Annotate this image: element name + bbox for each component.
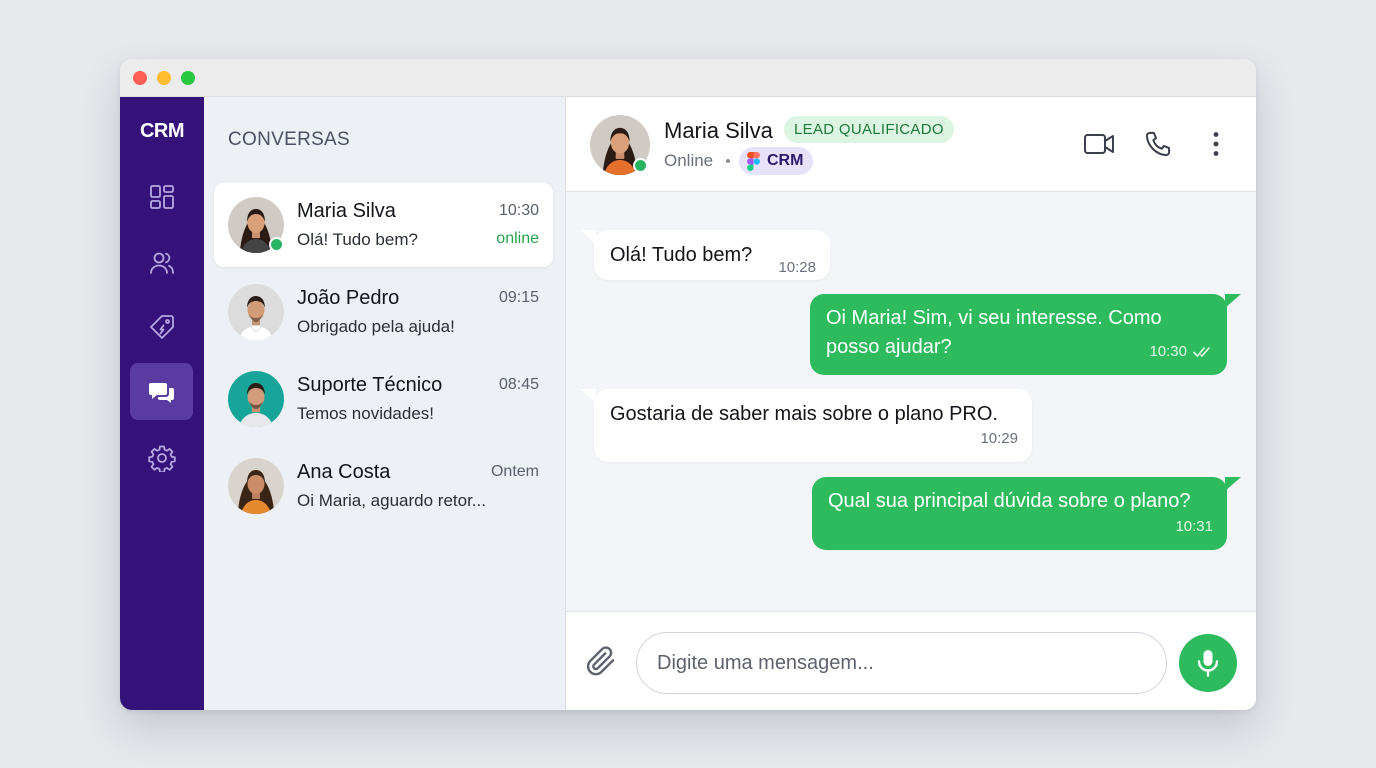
close-window-button[interactable] bbox=[133, 71, 147, 85]
paperclip-icon bbox=[586, 646, 615, 676]
conversation-time: 09:15 bbox=[498, 289, 539, 306]
message-text: Olá! Tudo bem? bbox=[610, 244, 753, 266]
avatar bbox=[228, 371, 284, 427]
gear-icon bbox=[147, 445, 176, 472]
voice-message-button[interactable] bbox=[1179, 634, 1237, 692]
message-time: 10:30 bbox=[1149, 343, 1187, 360]
conversation-time: 10:30 bbox=[498, 202, 539, 219]
conversation-preview: Olá! Tudo bem? bbox=[297, 230, 418, 249]
conversation-name: Suporte Técnico bbox=[297, 374, 443, 396]
message-incoming: Olá! Tudo bem? 10:28 bbox=[580, 230, 830, 280]
more-options-button[interactable] bbox=[1200, 128, 1232, 160]
message-outgoing: Oi Maria! Sim, vi seu interesse. Como po… bbox=[810, 294, 1241, 375]
message-meta: 10:30 bbox=[1149, 337, 1213, 366]
chat-header: Maria Silva LEAD QUALIFICADO Online CRM bbox=[566, 97, 1256, 192]
conversation-preview: Oi Maria, aguardo retor... bbox=[297, 491, 486, 510]
chat-bubbles-icon bbox=[148, 382, 174, 403]
layout-dashboard-icon bbox=[149, 184, 174, 209]
chat-panel: Maria Silva LEAD QUALIFICADO Online CRM bbox=[566, 97, 1256, 710]
users-icon bbox=[149, 252, 174, 274]
conversation-name: Ana Costa bbox=[297, 461, 391, 483]
sidebar-item-chat[interactable] bbox=[130, 363, 193, 420]
conversation-status: online bbox=[496, 230, 539, 247]
avatar bbox=[228, 284, 284, 340]
message-thread: Olá! Tudo bem? 10:28 Oi Maria! Sim, vi s… bbox=[566, 192, 1256, 612]
brand-logo: CRM bbox=[139, 120, 185, 142]
sidebar-item-deals[interactable] bbox=[130, 298, 193, 355]
figma-logo-icon bbox=[747, 151, 760, 171]
message-composer bbox=[566, 611, 1256, 710]
conversation-preview: Obrigado pela ajuda! bbox=[297, 317, 455, 336]
conversation-preview: Temos novidades! bbox=[297, 404, 435, 423]
conversation-time: Ontem bbox=[490, 463, 539, 480]
sidebar-item-contacts[interactable] bbox=[130, 234, 193, 291]
sidebar: CRM bbox=[120, 97, 204, 710]
conversation-item-suporte-tecnico[interactable]: Suporte Técnico Temos novidades! 08:45 bbox=[214, 357, 553, 441]
minimize-window-button[interactable] bbox=[157, 71, 171, 85]
bubble-tail bbox=[580, 230, 596, 244]
message-time: 10:29 bbox=[980, 430, 1018, 447]
lead-status-badge: LEAD QUALIFICADO bbox=[784, 116, 954, 143]
title-bar bbox=[120, 59, 1256, 97]
maximize-window-button[interactable] bbox=[181, 71, 195, 85]
bubble-tail bbox=[1225, 294, 1241, 308]
price-tag-icon bbox=[149, 314, 174, 339]
double-check-icon bbox=[1193, 346, 1210, 357]
conversation-list-heading: CONVERSAS bbox=[228, 129, 351, 150]
separator-dot bbox=[726, 159, 730, 163]
microphone-icon bbox=[1197, 650, 1219, 677]
conversation-item-ana-costa[interactable]: Ana Costa Oi Maria, aguardo retor... Ont… bbox=[214, 444, 553, 528]
message-text: Qual sua principal dúvida sobre o plano? bbox=[828, 490, 1191, 512]
message-incoming: Gostaria de saber mais sobre o plano PRO… bbox=[580, 389, 1032, 462]
conversation-name: Maria Silva bbox=[297, 200, 396, 222]
crm-source-label: CRM bbox=[767, 152, 804, 169]
sidebar-item-dashboard[interactable] bbox=[130, 168, 193, 225]
online-indicator bbox=[269, 237, 284, 252]
conversation-name: João Pedro bbox=[297, 287, 400, 309]
message-input[interactable] bbox=[636, 632, 1167, 694]
phone-call-button[interactable] bbox=[1142, 128, 1174, 160]
conversation-item-maria-silva[interactable]: Maria Silva Olá! Tudo bem? 10:30 online bbox=[214, 183, 553, 267]
conversation-item-joao-pedro[interactable]: João Pedro Obrigado pela ajuda! 09:15 bbox=[214, 270, 553, 354]
message-time: 10:31 bbox=[1175, 518, 1213, 535]
video-call-icon bbox=[1084, 134, 1114, 154]
conversation-list: CONVERSAS Maria Silva Olá! Tudo bem? 10:… bbox=[204, 97, 566, 710]
bubble-tail bbox=[580, 389, 596, 403]
message-outgoing: Qual sua principal dúvida sobre o plano?… bbox=[812, 477, 1241, 550]
bubble-tail bbox=[1225, 477, 1241, 491]
contact-status: Online bbox=[664, 151, 714, 170]
phone-icon bbox=[1145, 131, 1171, 157]
avatar bbox=[228, 458, 284, 514]
attach-button[interactable] bbox=[584, 644, 618, 678]
app-window: CRM CONVERSAS Maria Silva Olá! Tudo bem?… bbox=[120, 59, 1256, 710]
more-vertical-icon bbox=[1213, 132, 1219, 156]
sidebar-item-settings[interactable] bbox=[130, 429, 193, 486]
conversation-time: 08:45 bbox=[498, 376, 539, 393]
crm-source-chip[interactable]: CRM bbox=[739, 147, 814, 175]
contact-name: Maria Silva bbox=[664, 118, 773, 143]
message-text: Gostaria de saber mais sobre o plano PRO… bbox=[610, 403, 998, 425]
video-call-button[interactable] bbox=[1083, 128, 1115, 160]
contact-online-indicator bbox=[633, 158, 648, 173]
message-time: 10:28 bbox=[778, 259, 816, 276]
